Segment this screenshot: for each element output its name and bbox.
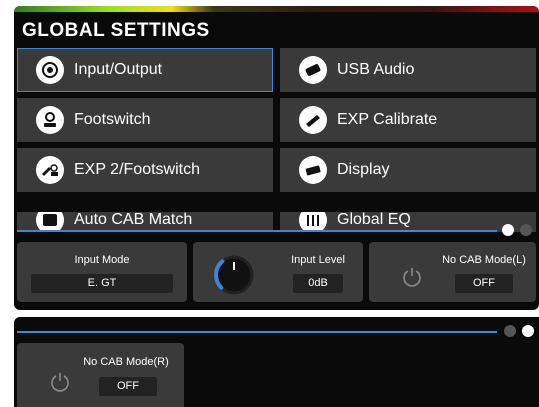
menu-item-label: Input/Output [74, 61, 163, 78]
menu-item-usb-audio[interactable]: USB Audio [280, 48, 536, 92]
input-level-card[interactable]: Input Level 0dB [193, 242, 363, 302]
page-divider [17, 230, 497, 232]
no-cab-right-card[interactable]: No CAB Mode(R) OFF [17, 343, 184, 407]
menu-item-input-output[interactable]: Input/Output [17, 48, 273, 92]
level-meter-bar [14, 6, 539, 12]
input-mode-card[interactable]: Input Mode E. GT [17, 242, 187, 302]
page-dot-inactive[interactable] [520, 224, 532, 236]
exp2-footswitch-icon [36, 156, 64, 184]
menu-item-label: Auto CAB Match [74, 212, 193, 228]
input-level-label: Input Level [291, 254, 345, 266]
page-title: GLOBAL SETTINGS [22, 20, 210, 41]
exp-calibrate-icon [299, 106, 327, 134]
no-cab-left-card[interactable]: No CAB Mode(L) OFF [369, 242, 536, 302]
no-cab-left-label: No CAB Mode(L) [442, 254, 526, 266]
input-level-knob[interactable] [211, 252, 257, 298]
menu-item-exp-calibrate[interactable]: EXP Calibrate [280, 98, 536, 142]
input-mode-value: E. GT [31, 274, 173, 293]
menu-item-label: USB Audio [337, 61, 415, 78]
menu-item-display[interactable]: Display [280, 148, 536, 192]
input-output-icon [36, 56, 64, 84]
menu-item-footswitch[interactable]: Footswitch [17, 98, 273, 142]
menu-item-label: Global EQ [337, 212, 411, 228]
power-icon [403, 268, 421, 287]
menu-item-auto-cab-match[interactable]: Auto CAB Match [17, 212, 273, 232]
footswitch-icon [36, 106, 64, 134]
global-settings-panel: GLOBAL SETTINGS Input/Output USB Audio F… [14, 6, 539, 310]
menu-item-global-eq[interactable]: Global EQ [280, 212, 536, 232]
no-cab-right-value: OFF [99, 377, 157, 396]
power-icon [51, 373, 69, 392]
menu-item-label: Footswitch [74, 111, 151, 128]
page-divider [17, 331, 497, 333]
page-dot-active[interactable] [502, 224, 514, 236]
auto-cab-match-icon [36, 212, 64, 232]
display-icon [299, 156, 327, 184]
second-page-panel: No CAB Mode(R) OFF [14, 317, 539, 407]
menu-item-label: EXP 2/Footswitch [74, 161, 200, 178]
menu-item-label: Display [337, 161, 390, 178]
global-eq-icon [299, 212, 327, 232]
usb-audio-icon [299, 56, 327, 84]
page-dot-active[interactable] [522, 325, 534, 337]
page-dot-inactive[interactable] [504, 325, 516, 337]
menu-item-label: EXP Calibrate [337, 111, 438, 128]
menu-row-clipped: Auto CAB Match Global EQ [14, 212, 539, 232]
input-level-value: 0dB [293, 274, 343, 293]
menu-item-exp2-footswitch[interactable]: EXP 2/Footswitch [17, 148, 273, 192]
no-cab-right-label: No CAB Mode(R) [83, 356, 169, 368]
no-cab-left-value: OFF [455, 274, 513, 293]
input-mode-label: Input Mode [74, 254, 130, 266]
